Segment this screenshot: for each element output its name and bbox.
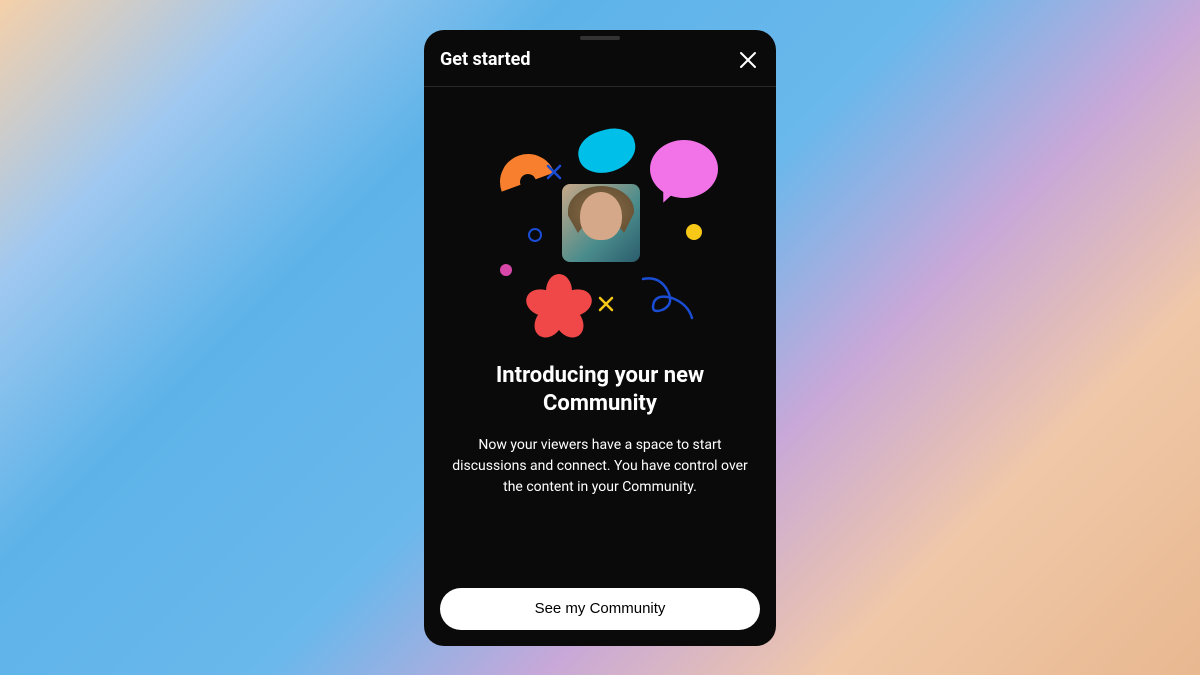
modal-content: Introducing your new Community Now your …: [424, 87, 776, 572]
blue-x-icon: [546, 164, 562, 180]
phone-frame: Get started: [424, 30, 776, 646]
pink-speech-bubble-shape: [650, 140, 718, 198]
blue-circle-icon: [528, 228, 542, 242]
close-button[interactable]: [736, 48, 760, 72]
see-community-button[interactable]: See my Community: [440, 588, 760, 630]
modal-footer: See my Community: [424, 572, 776, 646]
yellow-dot-shape: [686, 224, 702, 240]
yellow-x-icon: [598, 296, 614, 312]
hero-illustration: [470, 122, 730, 342]
avatar-image: [562, 184, 640, 262]
red-flower-shape: [528, 260, 590, 322]
header-title: Get started: [440, 49, 531, 70]
close-icon: [738, 50, 758, 70]
magenta-dot-shape: [500, 264, 512, 276]
heading-text: Introducing your new Community: [448, 362, 752, 419]
description-text: Now your viewers have a space to start d…: [448, 435, 752, 498]
orange-arc-shape: [491, 144, 565, 218]
blue-squiggle-shape: [638, 274, 698, 324]
speaker-notch: [580, 36, 620, 40]
cyan-blob-shape: [574, 123, 641, 179]
